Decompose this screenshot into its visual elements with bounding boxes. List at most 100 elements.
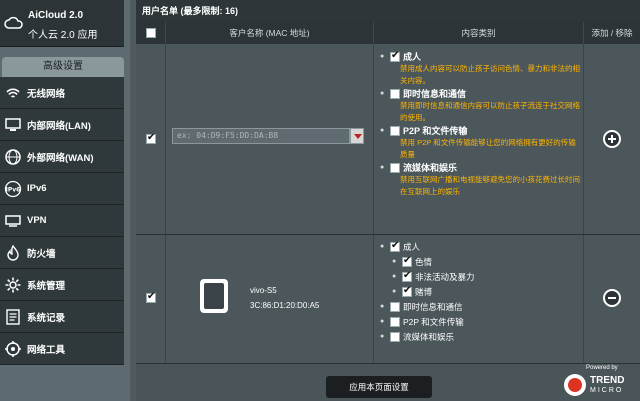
sidebar-item-lan[interactable]: 内部网络(LAN) <box>0 109 124 141</box>
category-description: 禁用即时信息和通信内容可以防止孩子流连于社交网络的使用。 <box>400 101 580 122</box>
action-cell <box>584 235 640 363</box>
category-checkbox[interactable] <box>390 301 400 312</box>
cloud-icon <box>4 16 23 29</box>
sidebar-item-label: IPv6 <box>27 183 47 194</box>
sidebar: AiCloud 2.0 个人云 2.0 应用 高级设置 无线网络 内部网络(LA… <box>0 0 130 401</box>
sidebar-item-label: 系统记录 <box>27 312 66 324</box>
footer: 应用本页面设置 Powered by TREND MICRO <box>136 364 640 401</box>
trend-micro-logo: Powered by TREND MICRO <box>564 364 634 401</box>
expand-icon[interactable]: ● <box>380 164 390 171</box>
subcategory-checkbox[interactable] <box>402 285 412 297</box>
category-cell: ● 成人 禁用成人内容可以防止孩子访问色情、暴力和非法的相关内容。 ● 即时信息… <box>374 44 584 234</box>
aicloud-subtitle: 个人云 2.0 应用 <box>28 30 98 41</box>
sidebar-item-administration[interactable]: 系统管理 <box>0 269 124 301</box>
action-column-header: 添加 / 移除 <box>591 28 633 38</box>
sidebar-item-wireless[interactable]: 无线网络 <box>0 77 124 109</box>
expand-icon[interactable]: ● <box>380 243 390 250</box>
lan-icon <box>4 116 22 134</box>
panel-title: 用户名单 (最多限制: 16) <box>136 0 640 22</box>
sidebar-item-firewall[interactable]: 防火墙 <box>0 237 124 269</box>
expand-icon[interactable]: ● <box>380 127 390 134</box>
wifi-icon <box>4 84 22 102</box>
ipv6-icon: IPv6 <box>4 180 22 198</box>
category-cell: ● 成人 ● 色情 ● 非法活动及暴力 ● 赌博 <box>374 235 584 363</box>
remove-icon[interactable] <box>603 289 621 307</box>
category-list: ● 成人 禁用成人内容可以防止孩子访问色情、暴力和非法的相关内容。 ● 即时信息… <box>380 50 580 198</box>
category-list: ● 成人 ● 色情 ● 非法活动及暴力 ● 赌博 <box>380 239 475 344</box>
select-all-cell <box>136 22 166 44</box>
category-description: 禁用成人内容可以防止孩子访问色情、暴力和非法的相关内容。 <box>400 64 580 85</box>
category-checkbox[interactable] <box>390 162 400 173</box>
category-description: 禁用互联网广播和电视能够避免您的小孩花费过长时间在互联网上的娱乐 <box>400 175 580 196</box>
expand-icon[interactable]: ● <box>380 303 390 310</box>
subcategory-porn: ● 色情 <box>380 254 475 269</box>
bullet-icon: ● <box>392 258 397 265</box>
sidebar-item-wan[interactable]: 外部网络(WAN) <box>0 141 124 173</box>
row-check-cell <box>136 235 166 363</box>
client-column-header: 客户名称 (MAC 地址) <box>166 22 374 44</box>
parental-control-panel: 用户名单 (最多限制: 16) 客户名称 (MAC 地址) 内容类别 添加 / … <box>136 0 640 401</box>
device-name: vivo-S5 <box>250 286 277 295</box>
category-streaming: ● 流媒体和娱乐 <box>380 331 455 342</box>
expand-icon[interactable]: ● <box>380 333 390 340</box>
client-cell: ex: 04:D9:F5:DD:DA:B8 <box>166 44 374 234</box>
apply-button[interactable]: 应用本页面设置 <box>326 376 432 398</box>
sidebar-item-label: 网络工具 <box>27 344 66 356</box>
expand-icon[interactable]: ● <box>380 318 390 325</box>
aicloud-item[interactable]: AiCloud 2.0 个人云 2.0 应用 <box>0 0 124 47</box>
sidebar-item-label: 系统管理 <box>27 280 66 292</box>
action-cell <box>584 44 640 234</box>
row-checkbox[interactable] <box>146 132 156 144</box>
category-checkbox[interactable] <box>390 50 400 62</box>
subcategory-checkbox[interactable] <box>402 255 412 267</box>
bullet-icon: ● <box>392 288 397 295</box>
sidebar-item-ipv6[interactable]: IPv6 IPv6 <box>0 173 124 205</box>
mac-address-input[interactable]: ex: 04:D9:F5:DD:DA:B8 <box>172 128 350 144</box>
category-checkbox[interactable] <box>390 240 400 252</box>
sidebar-item-label: 防火墙 <box>27 248 56 260</box>
client-dropdown-button[interactable] <box>350 128 364 144</box>
category-checkbox[interactable] <box>390 331 400 342</box>
advanced-settings-header: 高级设置 <box>2 57 124 77</box>
device-mac: 3C:86:D1:20:D0:A5 <box>250 301 320 310</box>
sidebar-item-vpn[interactable]: VPN <box>0 205 124 237</box>
category-p2p: ● P2P 和文件传输 <box>380 125 468 136</box>
aicloud-title: AiCloud 2.0 <box>28 10 84 21</box>
tools-icon <box>4 340 22 358</box>
category-im: ● 即时信息和通信 <box>380 88 467 99</box>
category-p2p: ● P2P 和文件传输 <box>380 316 464 327</box>
row-check-cell <box>136 44 166 234</box>
sidebar-item-network-tools[interactable]: 网络工具 <box>0 333 124 365</box>
table-row-device: vivo-S5 3C:86:D1:20:D0:A5 ● 成人 ● 色情 ● 非 <box>136 235 640 364</box>
subcategory-checkbox[interactable] <box>402 270 412 282</box>
subcategory-illegal: ● 非法活动及暴力 <box>380 269 475 284</box>
firewall-icon <box>4 244 22 262</box>
select-all-checkbox[interactable] <box>145 28 156 38</box>
add-icon[interactable] <box>603 130 621 148</box>
client-cell: vivo-S5 3C:86:D1:20:D0:A5 <box>166 235 374 363</box>
category-checkbox[interactable] <box>390 316 400 327</box>
category-checkbox[interactable] <box>390 88 400 99</box>
sidebar-menu: 无线网络 内部网络(LAN) 外部网络(WAN) IPv6 IPv6 VPN 防… <box>0 77 124 365</box>
sidebar-item-system-log[interactable]: 系统记录 <box>0 301 124 333</box>
subcategory-gambling: ● 赌博 <box>380 284 475 299</box>
category-streaming: ● 流媒体和娱乐 <box>380 162 458 173</box>
expand-icon[interactable]: ● <box>380 53 390 60</box>
sidebar-item-label: 外部网络(WAN) <box>27 152 94 164</box>
phone-icon <box>200 279 228 313</box>
vpn-icon <box>4 212 22 230</box>
log-icon <box>4 308 22 326</box>
sidebar-item-label: 内部网络(LAN) <box>27 120 91 132</box>
table-row-new: ex: 04:D9:F5:DD:DA:B8 ● 成人 禁用成人内容可以防止孩子访… <box>136 44 640 235</box>
gear-icon <box>4 276 22 294</box>
category-checkbox[interactable] <box>390 125 400 136</box>
table-header: 客户名称 (MAC 地址) 内容类别 添加 / 移除 <box>136 22 640 44</box>
category-im: ● 即时信息和通信 <box>380 301 463 312</box>
sidebar-item-label: 无线网络 <box>27 88 66 100</box>
category-description: 禁用 P2P 和文件传输能够让您的网络拥有更好的传输质量 <box>400 138 576 159</box>
expand-icon[interactable]: ● <box>380 90 390 97</box>
bullet-icon: ● <box>392 273 397 280</box>
category-adult: ● 成人 <box>380 50 580 63</box>
row-checkbox[interactable] <box>146 291 156 303</box>
sidebar-item-label: VPN <box>27 215 47 226</box>
